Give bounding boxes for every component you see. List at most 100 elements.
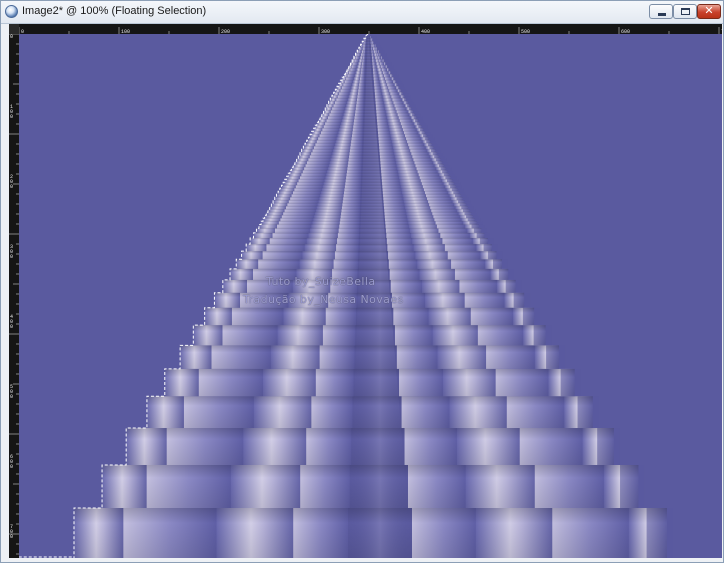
row-shade [261, 221, 477, 225]
ruler-label: 100 [10, 104, 13, 120]
watermark-author: Tuto by_SuizeBella [266, 275, 376, 288]
row-shade [274, 197, 463, 201]
row-shade [262, 218, 475, 222]
image-window: Image2* @ 100% (Floating Selection) ✕ 01… [0, 0, 724, 563]
row-shade [315, 125, 422, 129]
row-shade [258, 224, 479, 229]
row-shade [358, 47, 378, 51]
row-shade [335, 89, 402, 93]
row-shade [365, 36, 371, 39]
row-shade [306, 140, 431, 144]
window-title: Image2* @ 100% (Floating Selection) [22, 5, 207, 17]
row-shade [353, 56, 383, 60]
ruler-label: 300 [10, 244, 13, 260]
watermark-translator: Tradução by_Neusa Novaes [243, 293, 404, 306]
row-shade [328, 101, 409, 105]
row-shade [296, 158, 441, 162]
row-shade [342, 77, 395, 81]
tile-fade [379, 53, 387, 57]
ruler-label: 200 [10, 174, 13, 190]
row-shade [345, 71, 391, 75]
minimize-button[interactable] [649, 4, 673, 19]
row-shade [283, 182, 455, 186]
maximize-button[interactable] [673, 4, 697, 19]
row-shade [331, 95, 405, 99]
row-shade [279, 188, 458, 192]
row-shade [352, 59, 385, 63]
row-shade [311, 131, 426, 135]
row-shade [284, 179, 453, 183]
row-shade [318, 119, 419, 123]
tile-fade [378, 50, 385, 54]
minimize-icon [658, 13, 666, 16]
horizontal-ruler[interactable]: 0100200300400500600700800 [9, 24, 724, 37]
svg-text:0: 0 [10, 394, 13, 400]
vertical-ruler[interactable]: 0 100 200 300 400 500 600 700 [9, 33, 19, 558]
row-shade [288, 173, 450, 177]
row-shade [126, 428, 614, 465]
row-shade [313, 128, 424, 132]
tile-fade [373, 41, 380, 45]
row-shade [350, 62, 386, 66]
maximize-icon [681, 8, 690, 15]
row-shade [193, 325, 546, 346]
ruler-label: 600 [10, 454, 13, 470]
row-shade [301, 149, 436, 153]
row-shade [303, 146, 434, 150]
row-shade [348, 65, 388, 69]
tile-fade [375, 44, 382, 48]
row-shade [326, 104, 410, 108]
row-shade [294, 161, 443, 165]
row-shade [180, 345, 560, 369]
row-shade [321, 113, 415, 117]
row-shade [323, 110, 414, 114]
tile-fade [383, 59, 391, 63]
ruler-label: 700 [10, 524, 13, 540]
row-shade [325, 107, 412, 111]
row-shade [337, 86, 400, 90]
svg-text:0: 0 [10, 534, 13, 540]
paint-shop-pro-icon [5, 5, 18, 18]
row-shade [286, 176, 451, 180]
svg-text:0: 0 [10, 254, 13, 260]
row-shade [246, 244, 492, 252]
row-shade [316, 122, 421, 126]
ruler-label: 0 [10, 34, 13, 40]
row-shade [204, 307, 535, 326]
row-shade [291, 167, 446, 171]
svg-text:0: 0 [10, 464, 13, 470]
row-shade [271, 203, 467, 207]
row-shade [269, 206, 468, 210]
row-shade [340, 80, 397, 84]
row-shade [266, 212, 472, 216]
close-button[interactable]: ✕ [697, 4, 721, 19]
svg-text:0: 0 [10, 324, 13, 330]
row-shade [273, 200, 465, 204]
row-shade [264, 215, 474, 219]
row-shade [320, 116, 417, 120]
row-shade [360, 44, 376, 48]
row-shade [146, 396, 593, 429]
row-shade [268, 209, 470, 213]
vertical-ruler-ticks: 0 100 200 300 400 500 600 700 [9, 33, 19, 555]
row-shade [278, 191, 460, 195]
row-shade [330, 98, 407, 102]
row-shade [253, 232, 485, 239]
tile-fade [371, 38, 379, 42]
row-shade [300, 152, 438, 156]
tile-fade [370, 36, 377, 39]
row-shade [305, 143, 433, 147]
ruler-label: 400 [10, 314, 13, 330]
row-shade [355, 53, 381, 57]
row-shade [289, 170, 448, 174]
title-bar[interactable]: Image2* @ 100% (Floating Selection) ✕ [1, 1, 723, 24]
image-canvas[interactable]: Tuto by_SuizeBella Tradução by_Neusa Nov… [19, 34, 722, 558]
row-shade [250, 238, 488, 245]
ruler-label: 500 [10, 384, 13, 400]
tile-fade [376, 47, 384, 51]
row-shade [236, 259, 502, 269]
ruler-corner [9, 24, 19, 34]
row-shade [241, 251, 497, 260]
svg-text:0: 0 [10, 184, 13, 190]
row-shade [281, 185, 456, 189]
